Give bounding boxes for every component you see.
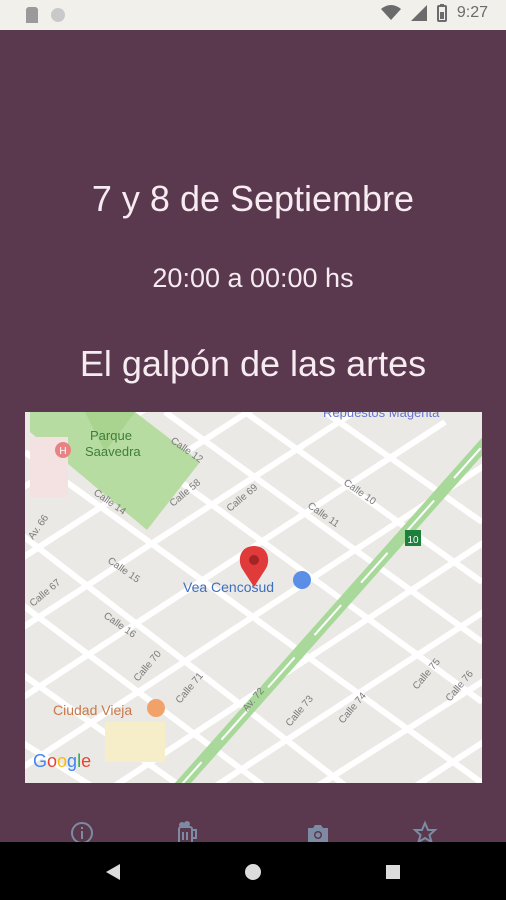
event-screen: 7 y 8 de Septiembre 20:00 a 00:00 hs El … xyxy=(0,30,506,845)
status-bar: 9:27 xyxy=(0,0,506,30)
map-label-repuestos: Repuestos Magenta xyxy=(323,412,440,420)
signal-icon xyxy=(410,5,427,21)
battery-icon xyxy=(436,4,447,22)
map-label-ciudad-vieja: Ciudad Vieja xyxy=(53,702,132,718)
map-route-badge: 10 xyxy=(407,535,419,546)
wifi-icon xyxy=(380,5,401,20)
home-icon[interactable] xyxy=(244,863,262,881)
svg-text:Parque Saavedra: Parque Saavedra xyxy=(85,428,141,459)
google-logo: Google xyxy=(33,751,91,771)
map-label-vea: Vea Cencosud xyxy=(183,579,274,595)
map-label-park-1: Parque xyxy=(90,428,132,443)
back-icon[interactable] xyxy=(104,863,122,881)
status-right: 9:27 xyxy=(380,4,488,22)
app-notification-icon xyxy=(51,8,65,22)
system-nav-bar xyxy=(0,842,506,900)
event-time: 20:00 a 00:00 hs xyxy=(152,263,354,293)
map-canvas[interactable]: H Parque Saavedra Repuestos Magenta Vea … xyxy=(25,412,482,783)
event-date: 7 y 8 de Septiembre xyxy=(91,178,415,219)
sd-card-icon xyxy=(26,7,38,23)
status-left-icons xyxy=(26,7,66,23)
location-map[interactable]: H Parque Saavedra Repuestos Magenta Vea … xyxy=(25,412,482,783)
event-venue: El galpón de las artes xyxy=(79,343,427,384)
map-label-park-2: Saavedra xyxy=(85,444,141,459)
status-time: 9:27 xyxy=(456,4,488,21)
recents-icon[interactable] xyxy=(385,864,401,880)
svg-text:H: H xyxy=(59,446,66,457)
